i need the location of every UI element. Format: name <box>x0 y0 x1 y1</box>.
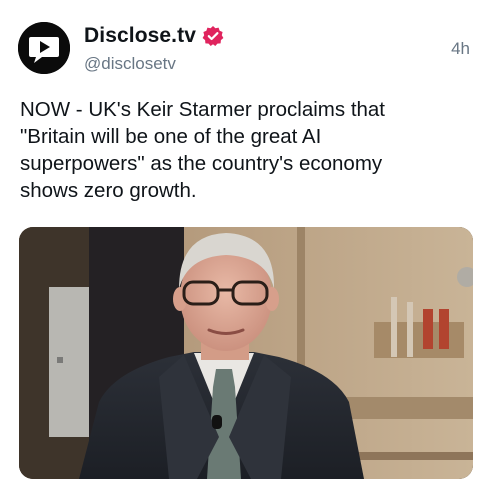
post-media-photo[interactable] <box>19 227 473 479</box>
author-name-row: Disclose.tv <box>84 22 224 50</box>
verified-badge-icon <box>202 25 224 47</box>
disclose-tv-logo-icon <box>18 22 70 74</box>
author-display-name[interactable]: Disclose.tv <box>84 24 196 48</box>
post-text: NOW - UK's Keir Starmer proclaims that "… <box>20 98 386 202</box>
author-handle[interactable]: @disclosetv <box>84 54 176 74</box>
speaker-photo <box>19 227 473 479</box>
post-timestamp[interactable]: 4h <box>451 39 470 59</box>
author-avatar[interactable] <box>18 22 70 74</box>
